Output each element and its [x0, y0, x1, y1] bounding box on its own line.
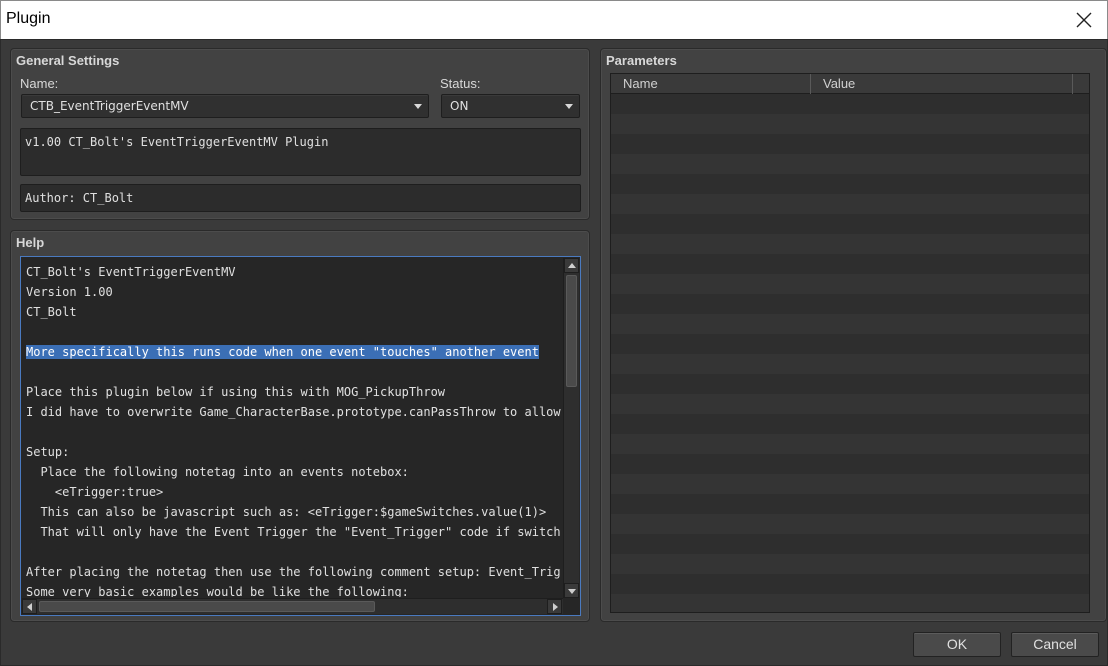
parameters-table-body [611, 94, 1089, 612]
help-line: After placing the notetag then use the f… [26, 562, 561, 582]
help-line-text: More specifically this runs code when on… [26, 345, 539, 359]
chevron-up-icon [568, 263, 576, 268]
description-field[interactable]: v1.00 CT_Bolt's EventTriggerEventMV Plug… [20, 128, 581, 176]
status-select[interactable]: ON [441, 94, 580, 118]
general-settings-group: General Settings Name: Status: CTB_Event… [10, 48, 590, 220]
chevron-left-icon [27, 603, 32, 611]
help-line-text: Place the following notetag into an even… [26, 465, 409, 479]
status-select-value: ON [450, 99, 469, 113]
help-textarea[interactable]: CT_Bolt's EventTriggerEventMV Version 1.0… [20, 256, 581, 616]
help-line [26, 322, 561, 342]
parameters-title: Parameters [606, 53, 677, 68]
help-line: <eTrigger:true> [26, 482, 561, 502]
help-line: CT_Bolt's EventTriggerEventMV [26, 262, 561, 282]
help-line-text: Some very basic examples would be like t… [26, 585, 409, 597]
scroll-up-button[interactable] [564, 258, 579, 273]
cancel-button[interactable]: Cancel [1011, 632, 1099, 657]
help-line [26, 362, 561, 382]
column-header-name[interactable]: Name [611, 74, 811, 94]
plugin-dialog: General Settings Name: Status: CTB_Event… [0, 39, 1108, 666]
help-line: Place the following notetag into an even… [26, 462, 561, 482]
help-line-text: After placing the notetag then use the f… [26, 565, 561, 579]
help-line-text: <eTrigger:true> [26, 485, 164, 499]
name-select-value: CTB_EventTriggerEventMV [30, 99, 189, 113]
chevron-right-icon [553, 603, 558, 611]
scroll-thumb-vertical[interactable] [566, 275, 577, 387]
help-line: Setup: [26, 442, 561, 462]
help-line: That will only have the Event Trigger th… [26, 522, 561, 542]
help-line: More specifically this runs code when on… [26, 342, 561, 362]
help-vertical-scrollbar[interactable] [563, 258, 579, 598]
scroll-down-button[interactable] [564, 583, 579, 598]
help-line-text: I did have to overwrite Game_CharacterBa… [26, 405, 561, 419]
help-line: Some very basic examples would be like t… [26, 582, 561, 597]
help-text: CT_Bolt's EventTriggerEventMV Version 1.0… [26, 262, 561, 597]
title-bar: Plugin [0, 0, 1108, 39]
help-line [26, 422, 561, 442]
parameters-table-header: Name Value [611, 74, 1089, 94]
status-label: Status: [440, 76, 481, 91]
help-line: CT_Bolt [26, 302, 561, 322]
help-line-text: CT_Bolt [26, 305, 77, 319]
help-line-text: Setup: [26, 445, 70, 459]
name-select[interactable]: CTB_EventTriggerEventMV [21, 94, 429, 118]
scroll-right-button[interactable] [547, 599, 562, 614]
author-field[interactable]: Author: CT_Bolt [20, 184, 581, 212]
help-line: Version 1.00 [26, 282, 561, 302]
window-title: Plugin [6, 10, 51, 27]
help-line-text: That will only have the Event Trigger th… [26, 525, 561, 539]
chevron-down-icon [565, 104, 573, 109]
author-text: Author: CT_Bolt [25, 191, 134, 205]
description-text: v1.00 CT_Bolt's EventTriggerEventMV Plug… [25, 135, 329, 149]
help-line [26, 542, 561, 562]
chevron-down-icon [414, 104, 422, 109]
help-line: This can also be javascript such as: <eT… [26, 502, 561, 522]
close-icon[interactable] [1075, 11, 1093, 29]
help-line: Place this plugin below if using this wi… [26, 382, 561, 402]
help-line: I did have to overwrite Game_CharacterBa… [26, 402, 561, 422]
scroll-left-button[interactable] [22, 599, 37, 614]
name-label: Name: [20, 76, 59, 91]
general-settings-title: General Settings [16, 53, 120, 68]
parameters-table[interactable]: Name Value [610, 73, 1090, 613]
ok-button[interactable]: OK [913, 632, 1001, 657]
chevron-down-icon [568, 589, 576, 594]
help-line-text: This can also be javascript such as: <eT… [26, 505, 547, 519]
help-horizontal-scrollbar[interactable] [22, 598, 563, 614]
help-line-text: Place this plugin below if using this wi… [26, 385, 446, 399]
column-header-value[interactable]: Value [811, 74, 1073, 94]
scroll-thumb-horizontal[interactable] [39, 601, 375, 612]
help-line-text: Version 1.00 [26, 285, 113, 299]
help-title: Help [16, 235, 45, 250]
help-line-text: CT_Bolt's EventTriggerEventMV [26, 265, 236, 279]
